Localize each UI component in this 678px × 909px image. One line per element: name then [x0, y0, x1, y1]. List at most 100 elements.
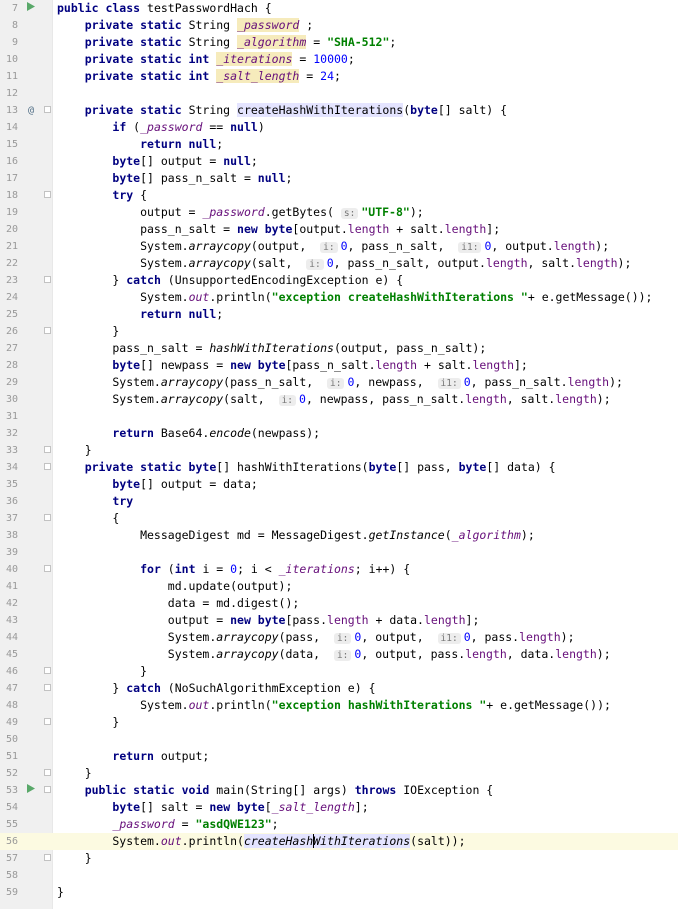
- number-literal: 0: [326, 256, 334, 270]
- code-line[interactable]: 27 pass_n_salt = hashWithIterations(outp…: [0, 340, 678, 357]
- code-line[interactable]: 19 output = _password.getBytes( s: "UTF-8…: [0, 204, 678, 221]
- code-line[interactable]: 33 }: [0, 442, 678, 459]
- code-token: hashWithIterations: [237, 460, 362, 474]
- code-line[interactable]: 43 output = new byte[pass.length + data.…: [0, 612, 678, 629]
- code-line[interactable]: 22 System.arraycopy(salt, i: 0, pass_n_sa…: [0, 255, 678, 272]
- code-token: [] pass_n_salt =: [140, 171, 258, 185]
- fold-icon[interactable]: [44, 854, 51, 861]
- run-icon[interactable]: [25, 782, 37, 799]
- code-line[interactable]: 34 private static byte[] hashWithIterati…: [0, 459, 678, 476]
- code-line[interactable]: 48 System.out.println("exception hashWit…: [0, 697, 678, 714]
- code-line[interactable]: 57 }: [0, 850, 678, 867]
- code-line[interactable]: 21 System.arraycopy(output, i: 0, pass_n_…: [0, 238, 678, 255]
- code-line[interactable]: 56 System.out.println(createHashWithIter…: [0, 833, 678, 850]
- code-line[interactable]: 13 @ private static String createHashWith…: [0, 102, 678, 119]
- code-line[interactable]: 17 byte[] pass_n_salt = null;: [0, 170, 678, 187]
- code-text: {: [57, 510, 119, 527]
- code-text: }: [57, 884, 64, 901]
- code-line[interactable]: 18 try {: [0, 187, 678, 204]
- run-icon[interactable]: [25, 0, 37, 17]
- code-line[interactable]: 53 public static void main(String[] args…: [0, 782, 678, 799]
- code-line[interactable]: 51 return output;: [0, 748, 678, 765]
- code-line[interactable]: 7 public class testPasswordHach {: [0, 0, 678, 17]
- fold-icon[interactable]: [44, 106, 51, 113]
- code-line[interactable]: 26 }: [0, 323, 678, 340]
- fold-icon[interactable]: [44, 446, 51, 453]
- code-line[interactable]: 58: [0, 867, 678, 884]
- code-line[interactable]: 41 md.update(output);: [0, 578, 678, 595]
- code-line[interactable]: 37 {: [0, 510, 678, 527]
- override-icon[interactable]: @: [25, 102, 37, 119]
- code-line[interactable]: 42 data = md.digest();: [0, 595, 678, 612]
- fold-icon[interactable]: [44, 327, 51, 334]
- code-token: );: [560, 630, 575, 644]
- code-line[interactable]: 50: [0, 731, 678, 748]
- code-line[interactable]: 8 private static String _password ;: [0, 17, 678, 34]
- code-line[interactable]: 39: [0, 544, 678, 561]
- code-line[interactable]: 44 System.arraycopy(pass, i: 0 , output, i…: [0, 629, 678, 646]
- line-number: 20: [5, 224, 18, 235]
- code-line[interactable]: 11 private static int _salt_length = 24;: [0, 68, 678, 85]
- code-text: return null;: [57, 136, 223, 153]
- keyword: return null: [140, 307, 217, 321]
- code-line[interactable]: 52 }: [0, 765, 678, 782]
- line-number: 37: [5, 513, 18, 524]
- code-line[interactable]: 49 }: [0, 714, 678, 731]
- fold-icon[interactable]: [44, 463, 51, 470]
- static-field-declaration: _salt_length: [216, 69, 300, 83]
- code-token: =: [299, 69, 321, 83]
- code-line[interactable]: 20 pass_n_salt = new byte[output.length …: [0, 221, 678, 238]
- keyword: return null: [140, 137, 217, 151]
- code-line[interactable]: 31: [0, 408, 678, 425]
- fold-icon[interactable]: [44, 786, 51, 793]
- code-text: data = md.digest();: [57, 595, 300, 612]
- fold-icon[interactable]: [44, 667, 51, 674]
- code-line[interactable]: 29 System.arraycopy(pass_n_salt, i: 0 , ne…: [0, 374, 678, 391]
- fold-icon[interactable]: [44, 718, 51, 725]
- code-line[interactable]: 12: [0, 85, 678, 102]
- fold-icon[interactable]: [44, 276, 51, 283]
- code-line[interactable]: 45 System.arraycopy(data, i: 0, output, p…: [0, 646, 678, 663]
- code-line[interactable]: 46 }: [0, 663, 678, 680]
- code-line[interactable]: 9 private static String _algorithm = "SH…: [0, 34, 678, 51]
- code-line[interactable]: 23 } catch (UnsupportedEncodingException…: [0, 272, 678, 289]
- code-token: (String[] args): [243, 783, 355, 797]
- code-line[interactable]: 32 return Base64.encode(newpass);: [0, 425, 678, 442]
- code-token: ==: [202, 120, 231, 134]
- code-line[interactable]: 40 for (int i = 0; i < _iterations; i++)…: [0, 561, 678, 578]
- fold-icon[interactable]: [44, 514, 51, 521]
- code-token: );: [520, 528, 535, 542]
- code-line[interactable]: 54 byte[] salt = new byte[_salt_length];: [0, 799, 678, 816]
- code-token: , salt.: [506, 392, 556, 406]
- field: length: [465, 392, 507, 406]
- code-line[interactable]: 16 byte[] output = null;: [0, 153, 678, 170]
- code-line[interactable]: 14 if (_password == null): [0, 119, 678, 136]
- keyword: for: [140, 562, 168, 576]
- code-editor[interactable]: 7 public class testPasswordHach {8 privat…: [0, 0, 678, 909]
- code-token: );: [609, 375, 623, 389]
- code-token: [pass.: [285, 613, 328, 627]
- fold-icon[interactable]: [44, 769, 51, 776]
- code-line[interactable]: 28 byte[] newpass = new byte[pass_n_salt…: [0, 357, 678, 374]
- code-token: );: [595, 239, 610, 253]
- code-line[interactable]: 36 try: [0, 493, 678, 510]
- fold-icon[interactable]: [44, 191, 51, 198]
- code-line[interactable]: 59}: [0, 884, 678, 901]
- static-method-call: arraycopy: [188, 256, 251, 270]
- code-line[interactable]: 55 _password = "asdQWE123";: [0, 816, 678, 833]
- code-token: pass_n_salt =: [57, 341, 210, 355]
- code-line[interactable]: 38 MessageDigest md = MessageDigest.getI…: [0, 527, 678, 544]
- code-line[interactable]: 15 return null;: [0, 136, 678, 153]
- code-line[interactable]: 25 return null;: [0, 306, 678, 323]
- code-line[interactable]: 35 byte[] output = data;: [0, 476, 678, 493]
- fold-icon[interactable]: [44, 565, 51, 572]
- keyword: throws: [354, 783, 404, 797]
- fold-icon[interactable]: [44, 684, 51, 691]
- code-line[interactable]: 10 private static int _iterations = 1000…: [0, 51, 678, 68]
- code-line[interactable]: 30 System.arraycopy(salt, i: 0, newpass, …: [0, 391, 678, 408]
- code-token: ): [257, 120, 265, 134]
- code-line[interactable]: 47 } catch (NoSuchAlgorithmException e) …: [0, 680, 678, 697]
- code-line[interactable]: 24 System.out.println("exception createH…: [0, 289, 678, 306]
